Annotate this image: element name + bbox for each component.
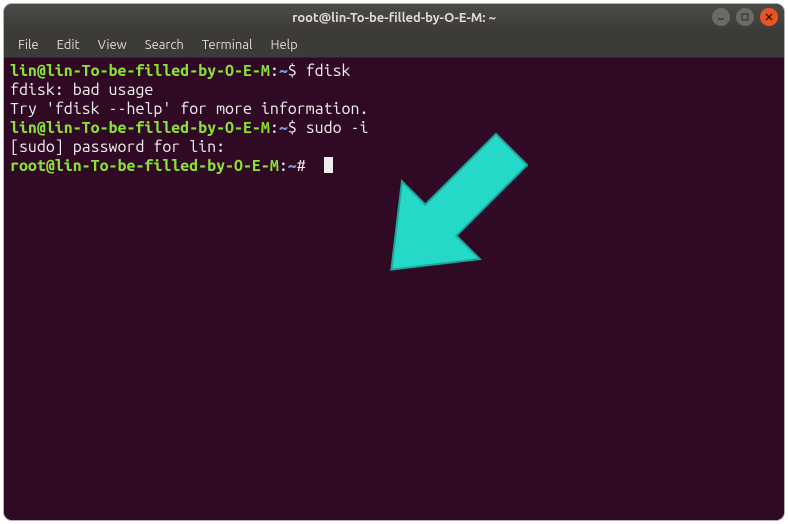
menu-search[interactable]: Search <box>137 36 192 54</box>
menubar: File Edit View Search Terminal Help <box>4 32 784 58</box>
terminal-line: fdisk: bad usage <box>10 81 778 100</box>
menu-help[interactable]: Help <box>262 36 305 54</box>
window-controls <box>712 8 778 26</box>
terminal-line: root@lin-To-be-filled-by-O-E-M:~# <box>10 157 778 176</box>
terminal-line: lin@lin-To-be-filled-by-O-E-M:~$ fdisk <box>10 62 778 81</box>
terminal-window: root@lin-To-be-filled-by-O-E-M: ~ File E… <box>4 4 784 520</box>
menu-terminal[interactable]: Terminal <box>194 36 261 54</box>
cursor <box>324 157 333 173</box>
titlebar: root@lin-To-be-filled-by-O-E-M: ~ <box>4 4 784 32</box>
terminal-body[interactable]: lin@lin-To-be-filled-by-O-E-M:~$ fdiskfd… <box>4 58 784 520</box>
menu-file[interactable]: File <box>10 36 47 54</box>
close-button[interactable] <box>760 8 778 26</box>
menu-view[interactable]: View <box>90 36 135 54</box>
terminal-line: Try 'fdisk --help' for more information. <box>10 100 778 119</box>
menu-edit[interactable]: Edit <box>49 36 88 54</box>
maximize-button[interactable] <box>736 8 754 26</box>
terminal-line: lin@lin-To-be-filled-by-O-E-M:~$ sudo -i <box>10 119 778 138</box>
minimize-button[interactable] <box>712 8 730 26</box>
terminal-line: [sudo] password for lin: <box>10 138 778 157</box>
window-title: root@lin-To-be-filled-by-O-E-M: ~ <box>4 11 784 25</box>
